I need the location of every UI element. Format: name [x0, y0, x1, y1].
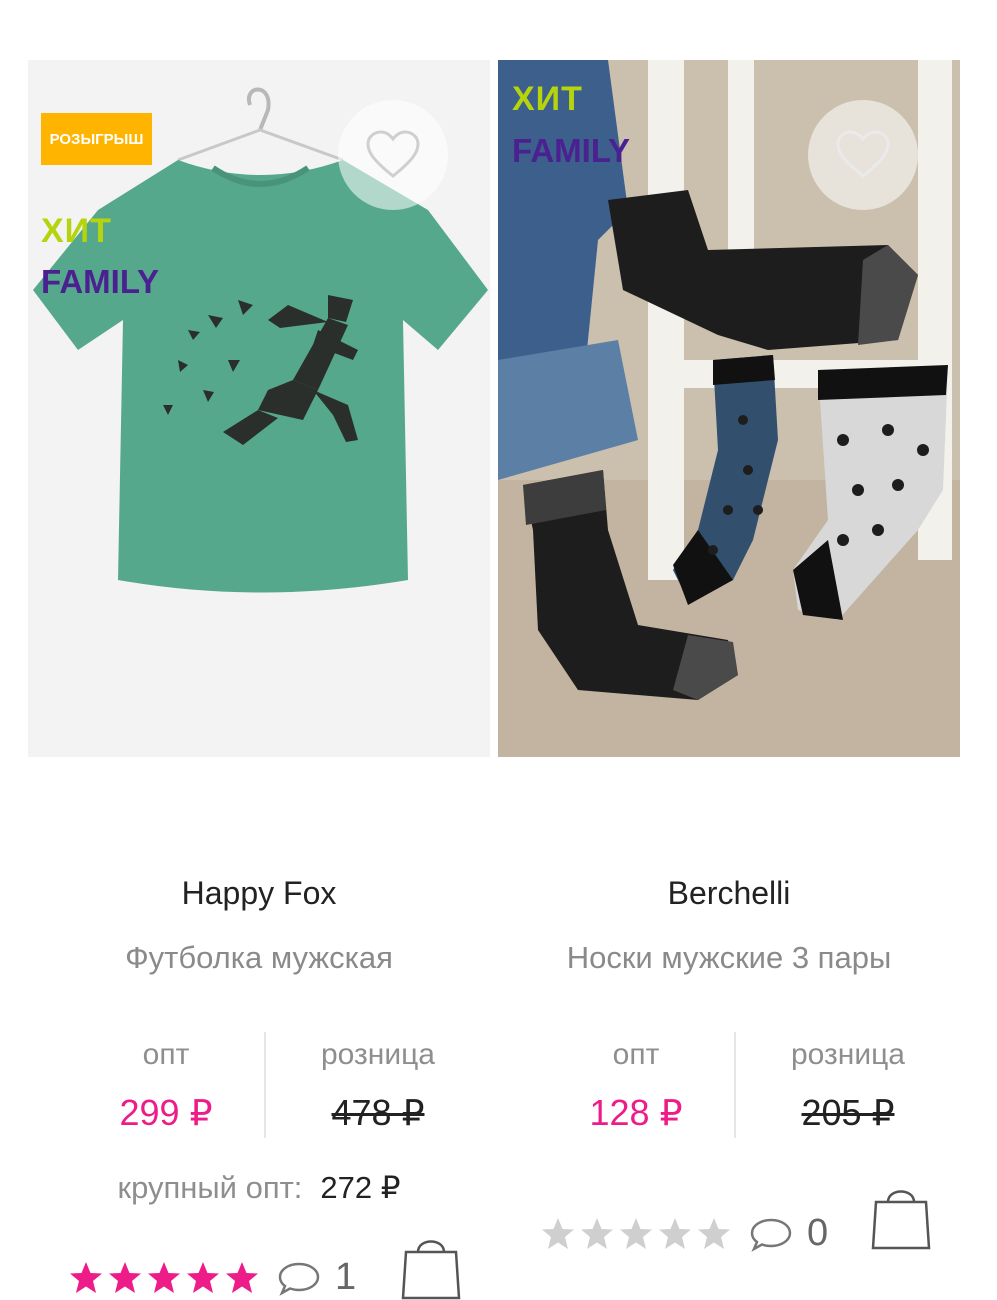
opt-label: опт	[142, 1038, 190, 1071]
star-icon	[542, 1217, 574, 1249]
hit-label: ХИТ	[512, 80, 583, 118]
product-image[interactable]: ХИТ FAMILY	[498, 60, 960, 757]
price-divider	[264, 1032, 266, 1138]
star-icon	[620, 1217, 652, 1249]
comments-count: 0	[807, 1212, 829, 1254]
product-name[interactable]: Носки мужские 3 пары	[498, 940, 960, 976]
retail-label: розница	[321, 1038, 435, 1071]
bulk-label: крупный опт:	[117, 1170, 303, 1205]
favorite-button[interactable]	[338, 100, 448, 210]
opt-price-block: опт 128 ₽	[536, 1038, 736, 1134]
star-icon	[226, 1261, 258, 1293]
rating-row[interactable]: 0	[540, 1212, 828, 1255]
star-icon	[70, 1261, 102, 1293]
product-image[interactable]: РОЗЫГРЫШ ХИТ FAMILY	[28, 60, 490, 757]
favorite-button[interactable]	[808, 100, 918, 210]
retail-price: 478 ₽	[331, 1092, 425, 1133]
product-brand[interactable]: Happy Fox	[28, 875, 490, 912]
shopping-bag-icon[interactable]	[400, 1230, 462, 1300]
bulk-price: 272 ₽	[320, 1170, 401, 1205]
opt-price: 299 ₽	[119, 1092, 213, 1133]
opt-price-block: опт 299 ₽	[66, 1038, 266, 1134]
rating-row[interactable]: 1	[68, 1256, 356, 1299]
giveaway-badge: РОЗЫГРЫШ	[41, 113, 152, 165]
retail-label: розница	[791, 1038, 905, 1071]
retail-price: 205 ₽	[801, 1092, 895, 1133]
opt-label: опт	[612, 1038, 660, 1071]
star-icon	[148, 1261, 180, 1293]
star-icon	[581, 1217, 613, 1249]
opt-price: 128 ₽	[589, 1092, 683, 1133]
comments-link[interactable]: 1	[277, 1256, 356, 1299]
star-icon	[698, 1217, 730, 1249]
family-label: FAMILY	[512, 132, 630, 169]
comments-count: 1	[335, 1256, 357, 1298]
speech-bubble-icon	[750, 1218, 792, 1252]
heart-outline-icon	[366, 130, 420, 178]
bulk-price-row: крупный опт: 272 ₽	[28, 1170, 490, 1206]
comments-link[interactable]: 0	[749, 1212, 828, 1255]
shopping-bag-icon[interactable]	[870, 1180, 932, 1250]
product-brand[interactable]: Berchelli	[498, 875, 960, 912]
retail-price-block: розница 205 ₽	[748, 1038, 948, 1134]
hit-label: ХИТ	[41, 212, 112, 250]
price-divider	[734, 1032, 736, 1138]
speech-bubble-icon	[278, 1262, 320, 1296]
star-icon	[187, 1261, 219, 1293]
family-label: FAMILY	[41, 263, 159, 300]
retail-price-block: розница 478 ₽	[278, 1038, 478, 1134]
star-icon	[109, 1261, 141, 1293]
star-icon	[659, 1217, 691, 1249]
heart-outline-icon	[836, 130, 890, 178]
product-name[interactable]: Футболка мужская	[28, 940, 490, 976]
